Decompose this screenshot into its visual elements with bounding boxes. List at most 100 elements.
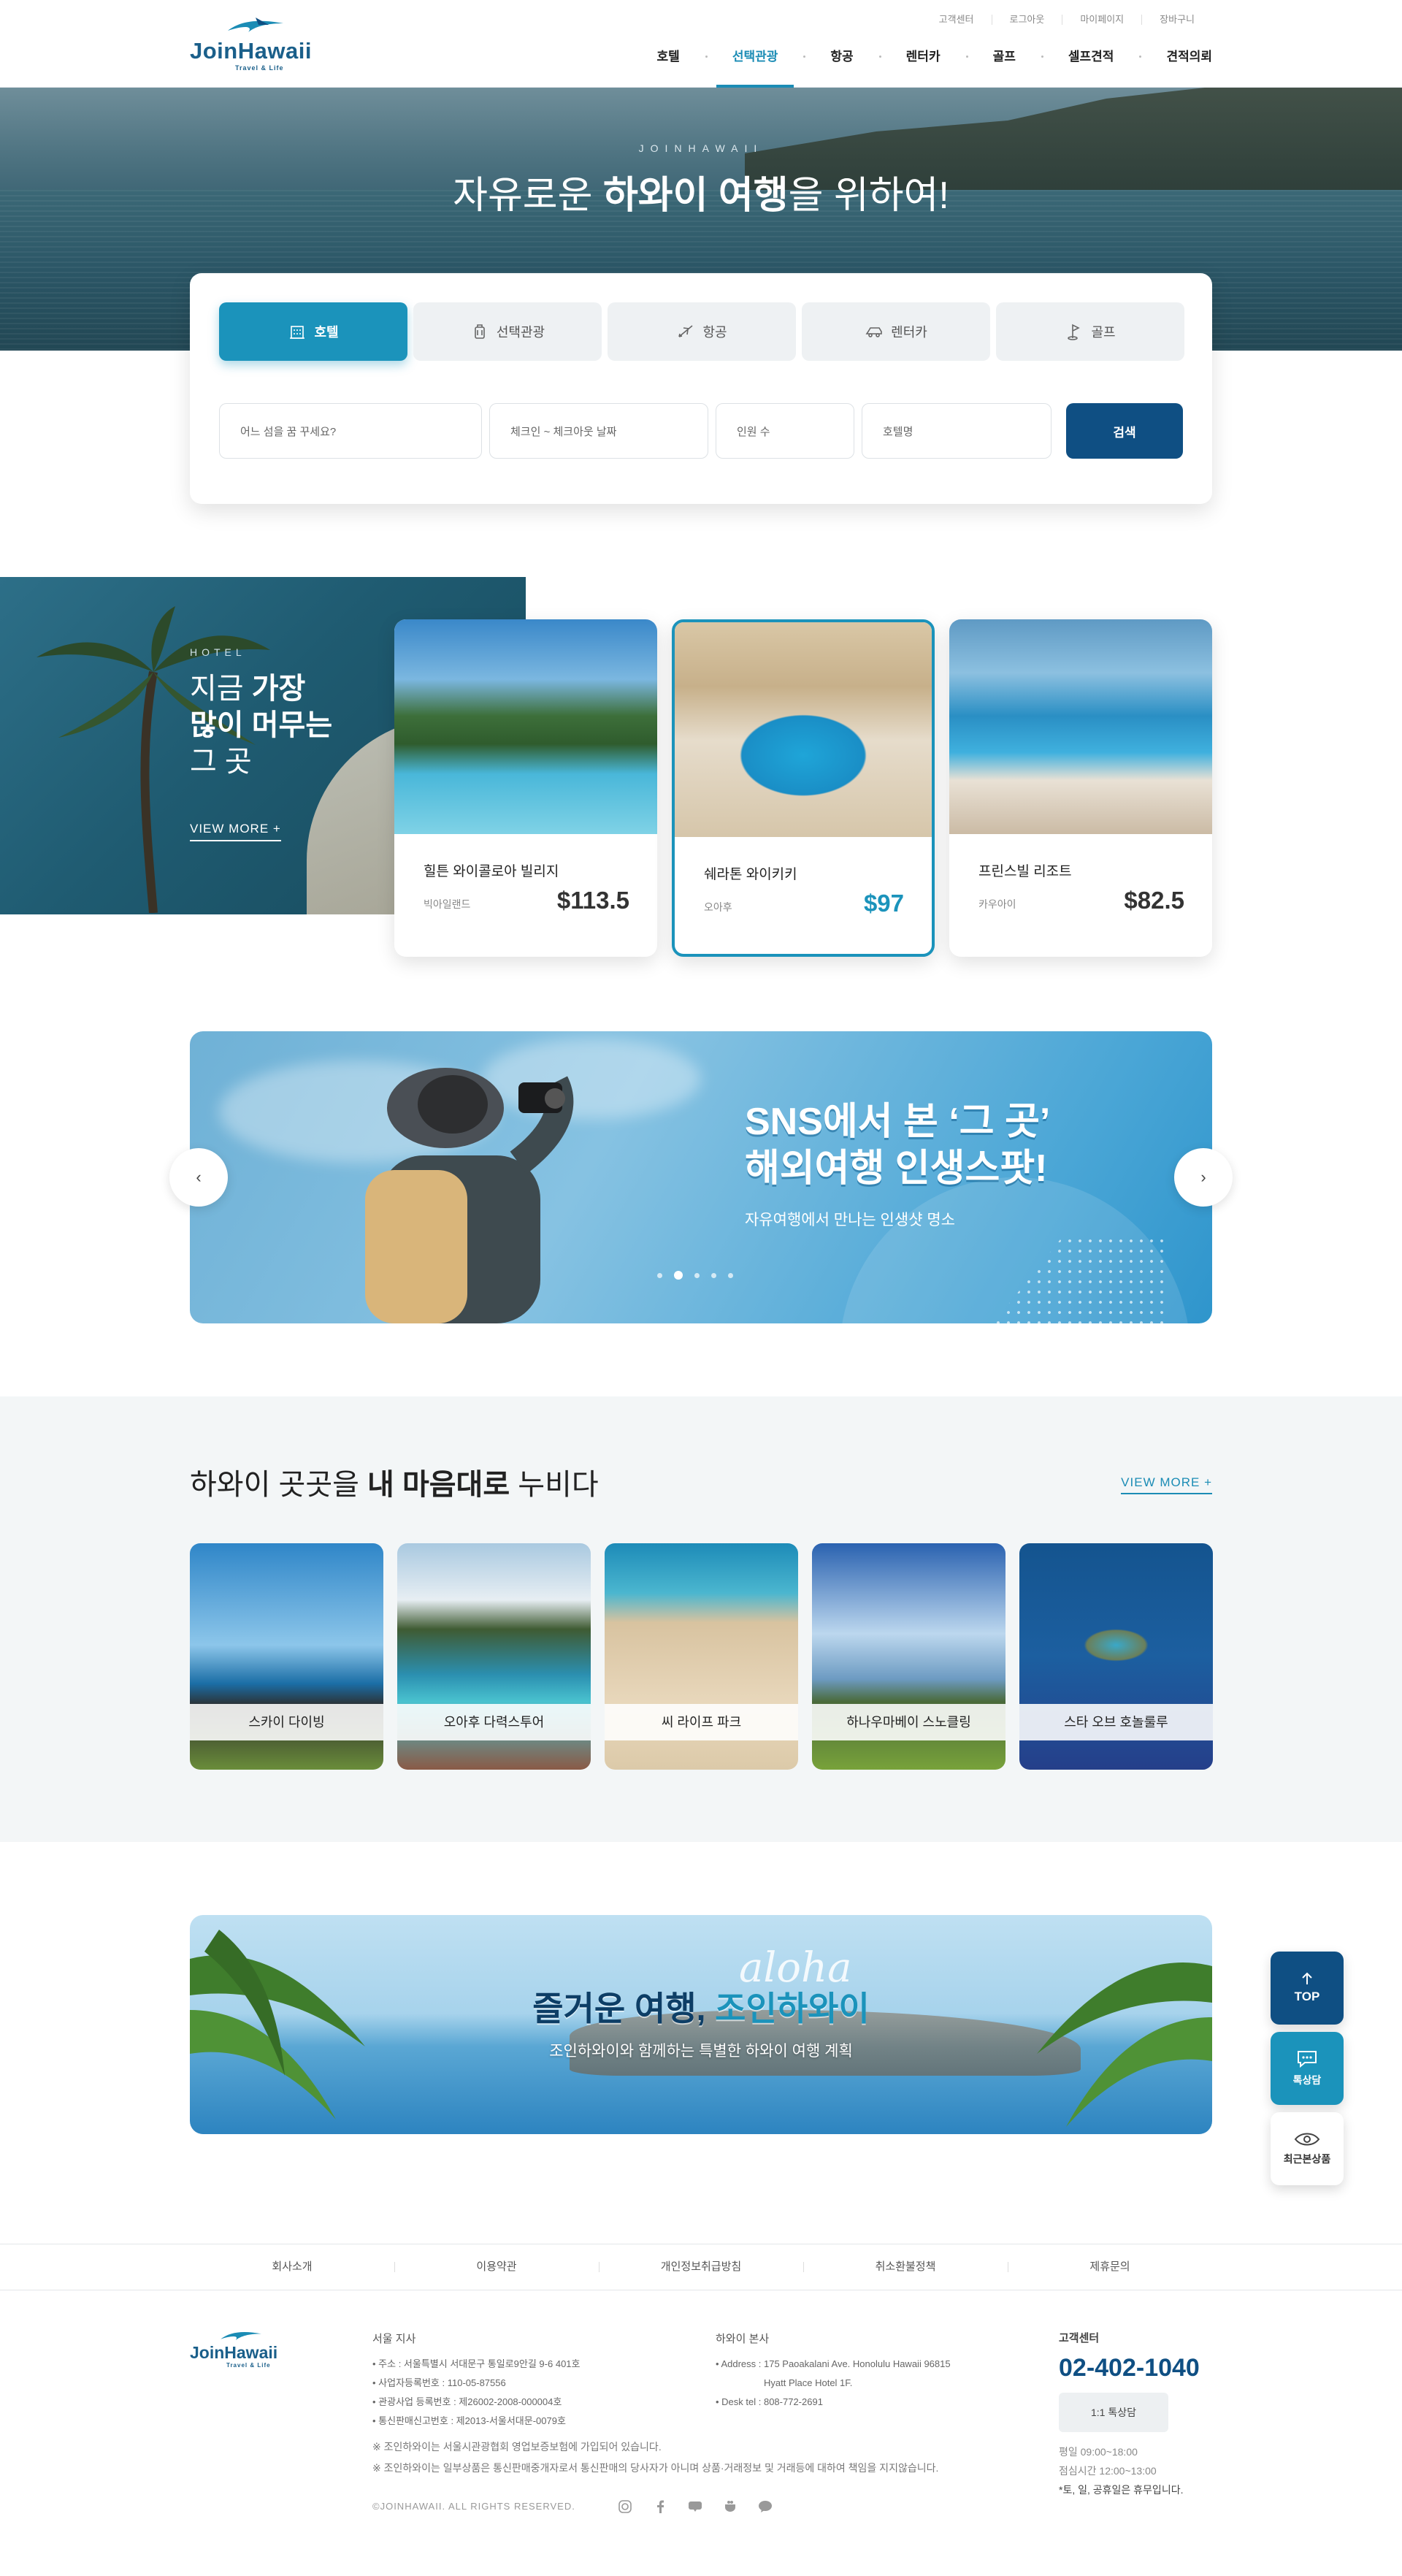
spot-card[interactable]: 씨 라이프 파크 (605, 1543, 798, 1770)
tab-flight[interactable]: 항공 (608, 302, 796, 361)
carousel-dot[interactable] (657, 1272, 662, 1278)
hotel-card[interactable]: 힐튼 와이콜로아 빌리지 빅아일랜드 $113.5 (394, 619, 657, 957)
util-link-cart[interactable]: 장바구니 (1141, 15, 1212, 25)
recent-products-label: 최근본상품 (1283, 2153, 1331, 2165)
hotel-location: 카우아이 (978, 898, 1016, 910)
destination-placeholder: 어느 섬을 꿈 꾸세요? (240, 425, 337, 438)
nav-label: 렌터카 (905, 50, 941, 64)
destination-input[interactable]: 어느 섬을 꿈 꾸세요? (219, 403, 482, 459)
util-link-logout[interactable]: 로그아웃 (991, 15, 1062, 25)
spots-title: 하와이 곳곳을 내 마음대로 누비다 (190, 1461, 599, 1503)
guests-placeholder: 인원 수 (737, 425, 770, 438)
util-link-mypage[interactable]: 마이페이지 (1062, 15, 1141, 25)
hotel-name-input[interactable]: 호텔명 (862, 403, 1052, 459)
spots-title-bold: 내 마음대로 (367, 1469, 510, 1501)
carousel-headline: SNS에서 본 ‘그 곳’ 해외여행 인생스팟! (745, 1098, 1050, 1192)
spot-card[interactable]: 스타 오브 호놀룰루 (1019, 1543, 1213, 1770)
chevron-left-icon: ‹ (196, 1168, 202, 1186)
logo-wordmark: JoinHawaii (190, 38, 312, 64)
instagram-icon[interactable] (618, 2499, 632, 2514)
promo-banner[interactable]: aloha 즐거운 여행, 조인하와이 조인하와이와 함께하는 특별한 하와이 … (190, 1915, 1212, 2134)
guests-input[interactable]: 인원 수 (716, 403, 854, 459)
hotel-card[interactable]: 쉐라톤 와이키키 오아후 $97 (672, 619, 935, 957)
hero-title-pre: 자유로운 (453, 175, 603, 217)
spot-card[interactable]: 스카이 다이빙 (190, 1543, 383, 1770)
hotel-name-placeholder: 호텔명 (883, 425, 913, 438)
tab-rentcar[interactable]: 렌터카 (802, 302, 990, 361)
cs-phone[interactable]: 02-402-1040 (1059, 2354, 1200, 2382)
carousel-dot[interactable] (711, 1272, 716, 1278)
kakaotalk-icon[interactable] (758, 2499, 773, 2514)
seoul-line: 사업자등록번호 : 110-05-87556 (378, 2377, 506, 2388)
hawaii-desk-tel: • Desk tel : 808-772-2691 (716, 2396, 823, 2407)
hotel-card[interactable]: 프린스빌 리조트 카우아이 $82.5 (949, 619, 1212, 957)
talk-consult-button[interactable]: 톡상담 (1271, 2032, 1344, 2105)
nav-label: 골프 (992, 50, 1016, 64)
site-header: JoinHawaii Travel & Life 고객센터 로그아웃 마이페이지… (0, 0, 1402, 88)
scroll-top-button[interactable]: TOP (1271, 1952, 1344, 2025)
footer-link-company[interactable]: 회사소개 (190, 2244, 394, 2290)
date-range-input[interactable]: 체크인 ~ 체크아웃 날짜 (489, 403, 708, 459)
carousel-next-button[interactable]: › (1174, 1148, 1233, 1207)
search-button[interactable]: 검색 (1066, 403, 1183, 459)
tab-golf[interactable]: 골프 (996, 302, 1184, 361)
tab-label: 렌터카 (891, 325, 927, 340)
hotel-location: 오아후 (704, 901, 732, 913)
footer-link-partnership[interactable]: 제휴문의 (1008, 2244, 1212, 2290)
spot-card[interactable]: 하나우마베이 스노클링 (812, 1543, 1005, 1770)
bird-logo-icon (221, 2331, 261, 2341)
arrow-up-icon (1302, 1972, 1312, 1984)
hotel-title-line2: 많이 머무는 (190, 709, 333, 741)
spot-label: 스타 오브 호놀룰루 (1019, 1704, 1213, 1740)
footer-seoul-office: 서울 지사 • 주소 : 서울특별시 서대문구 통일로9안길 9-6 401호 … (372, 2330, 580, 2431)
nav-label: 호텔 (656, 50, 680, 64)
golf-icon (1068, 324, 1081, 340)
chevron-right-icon: › (1200, 1168, 1206, 1186)
hotel-view-more-link[interactable]: VIEW MORE + (190, 822, 281, 841)
hotel-photo (949, 619, 1212, 834)
spot-card[interactable]: 오아후 다력스투어 (397, 1543, 591, 1770)
tab-label: 항공 (702, 325, 727, 340)
palm-leaves-image (1037, 1962, 1212, 2127)
footer-link-terms[interactable]: 이용약관 (394, 2244, 599, 2290)
main-nav: 호텔 선택관광 항공 렌터카 골프 셀프견적 견적의뢰 (631, 45, 1212, 88)
hawaii-line: Address : 175 Paoakalani Ave. Honolulu H… (721, 2358, 951, 2369)
nav-label: 항공 (830, 50, 854, 64)
facebook-icon[interactable] (653, 2499, 667, 2514)
seoul-tour-license: • 관광사업 등록번호 : 제26002-2008-000004호 (372, 2396, 562, 2407)
footer-link-refund[interactable]: 취소환불정책 (803, 2244, 1008, 2290)
util-link-customer-center[interactable]: 고객센터 (922, 15, 992, 25)
blog-icon[interactable] (688, 2499, 702, 2514)
carousel-prev-button[interactable]: ‹ (169, 1148, 228, 1207)
kakaostory-icon[interactable] (723, 2499, 738, 2514)
spots-view-more-link[interactable]: VIEW MORE + (1121, 1475, 1212, 1494)
nav-item-rentcar[interactable]: 렌터카 (880, 45, 968, 88)
promo-subtitle: 조인하와이와 함께하는 특별한 하와이 여행 계획 (549, 2043, 853, 2060)
spot-label: 하나우마베이 스노클링 (812, 1704, 1005, 1740)
nav-item-quote-request[interactable]: 견적의뢰 (1140, 45, 1212, 88)
nav-item-tour[interactable]: 선택관광 (706, 45, 806, 88)
nav-item-flight[interactable]: 항공 (804, 45, 881, 88)
nav-item-hotel[interactable]: 호텔 (631, 45, 708, 88)
carousel-dot[interactable] (694, 1272, 700, 1278)
carousel-dot[interactable] (728, 1272, 733, 1278)
nav-label: 선택관광 (732, 50, 778, 64)
footer-logo-wordmark: JoinHawaii (190, 2343, 278, 2362)
plane-icon (678, 325, 693, 337)
tab-tour[interactable]: 선택관광 (413, 302, 602, 361)
site-logo[interactable]: JoinHawaii Travel & Life (190, 16, 321, 74)
hotel-title-pre: 지금 (190, 673, 252, 705)
nav-item-self-quote[interactable]: 셀프견적 (1042, 45, 1142, 88)
nav-item-golf[interactable]: 골프 (967, 45, 1043, 88)
scroll-top-label: TOP (1294, 1990, 1320, 2003)
cs-talk-button[interactable]: 1:1 톡상담 (1059, 2393, 1168, 2432)
hotel-price: $82.5 (1124, 887, 1184, 914)
footer-link-privacy[interactable]: 개인정보취급방침 (599, 2244, 803, 2290)
promo-title: 즐거운 여행, 조인하와이 (190, 1982, 1212, 2030)
tab-hotel[interactable]: 호텔 (219, 302, 407, 361)
hotel-section-title: 지금 가장 많이 머무는 그 곳 (190, 670, 402, 780)
carousel-dot-active[interactable] (674, 1271, 683, 1280)
recent-products-button[interactable]: 최근본상품 (1271, 2112, 1344, 2185)
palm-leaves-image (190, 1930, 365, 2120)
hotel-title-line3: 그 곳 (190, 746, 252, 778)
